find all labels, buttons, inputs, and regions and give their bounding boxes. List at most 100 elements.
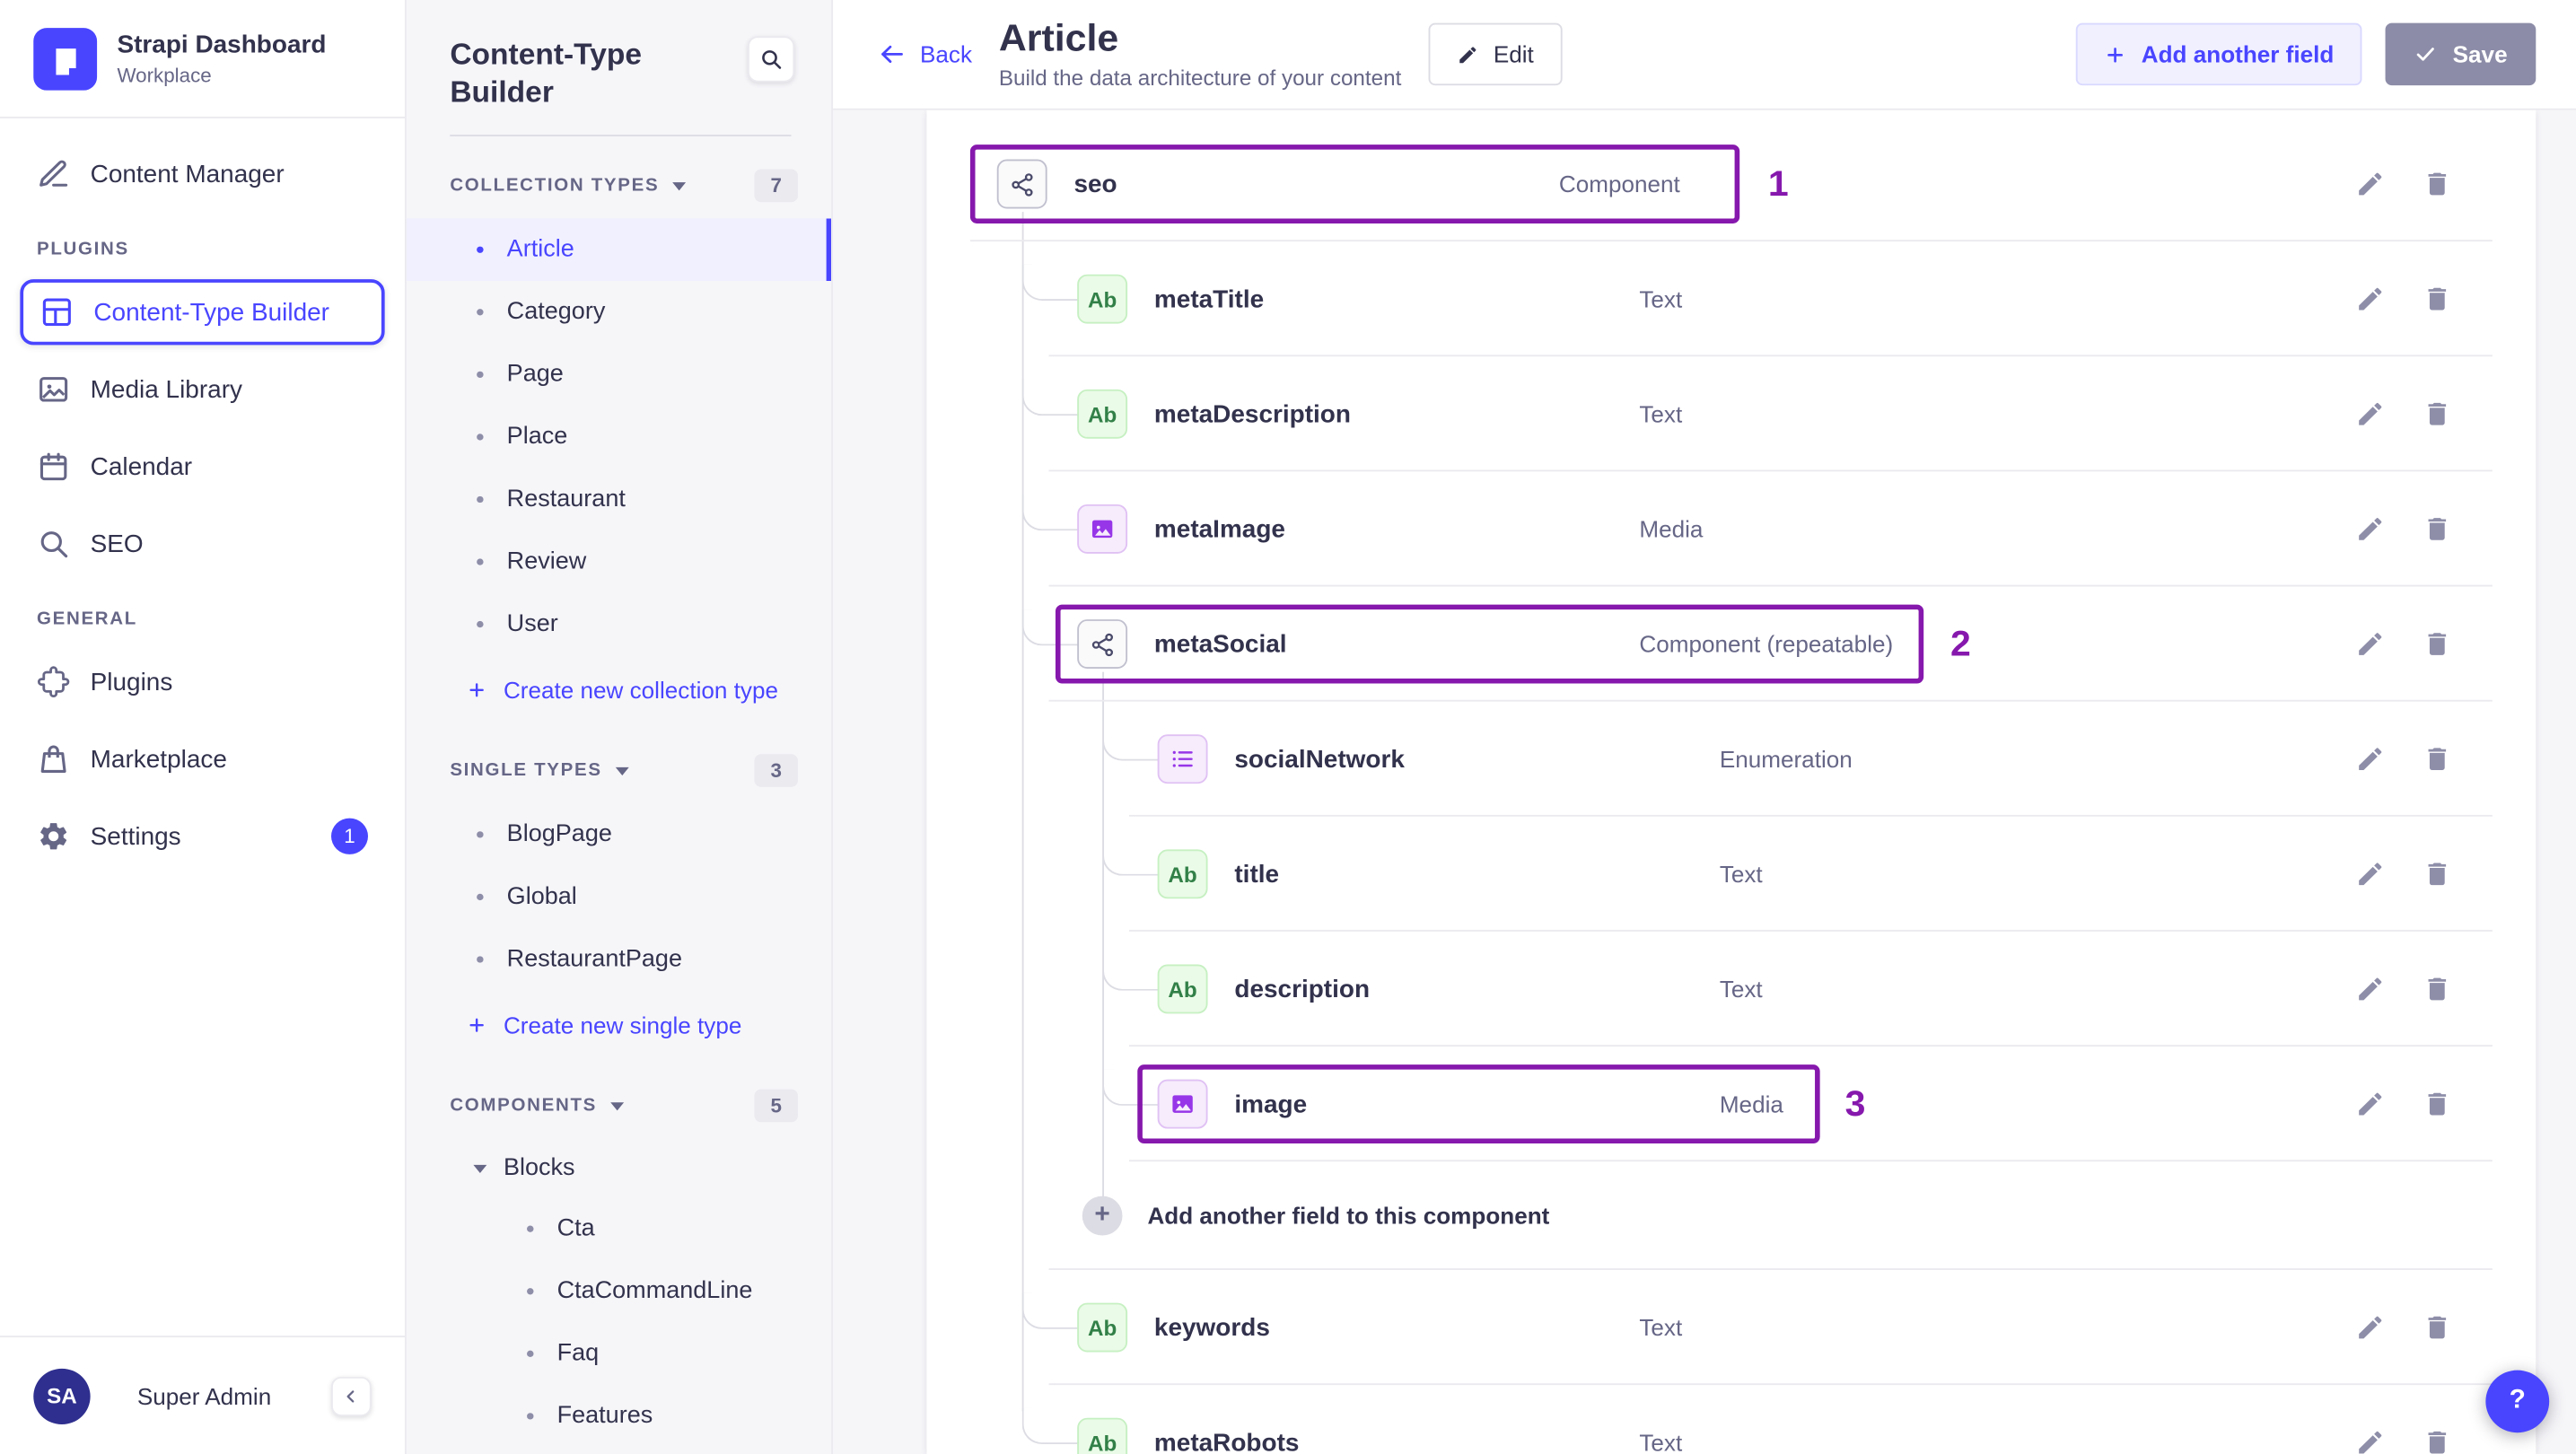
edit-field-button[interactable] <box>2355 399 2386 429</box>
pen-icon <box>37 158 70 191</box>
field-type: Component <box>1558 171 1680 197</box>
collection-types-count: 7 <box>754 169 798 203</box>
section-label: COMPONENTS <box>450 1096 598 1117</box>
create-single-type-link[interactable]: Create new single type <box>407 991 831 1060</box>
subnav-item-page[interactable]: Page <box>407 344 831 407</box>
bullet-icon <box>477 495 484 504</box>
save-label: Save <box>2452 40 2508 68</box>
subnav-item-ctacommandline[interactable]: CtaCommandLine <box>407 1260 831 1323</box>
link-label: Create new single type <box>503 1012 742 1038</box>
edit-field-button[interactable] <box>2355 629 2386 659</box>
sidebar-item-content-manager[interactable]: Content Manager <box>20 141 384 206</box>
edit-field-button[interactable] <box>2355 1428 2386 1454</box>
section-label: COLLECTION TYPES <box>450 175 660 196</box>
text-field-icon: Ab <box>1077 274 1128 324</box>
edit-field-button[interactable] <box>2355 974 2386 1003</box>
subnav-item-blogpage[interactable]: BlogPage <box>407 803 831 866</box>
edit-field-button[interactable] <box>2355 1313 2386 1343</box>
bullet-icon <box>477 893 484 901</box>
add-another-field-button[interactable]: Add another field <box>2076 22 2363 86</box>
subnav-item-user[interactable]: User <box>407 593 831 656</box>
delete-field-button[interactable] <box>2423 170 2453 199</box>
delete-field-button[interactable] <box>2423 399 2453 429</box>
subnav-item-restaurant[interactable]: Restaurant <box>407 469 831 531</box>
edit-field-button[interactable] <box>2355 744 2386 774</box>
pencil-icon <box>2359 1092 2382 1116</box>
component-icon <box>996 159 1047 209</box>
main-sidebar: Strapi Dashboard Workplace Content Manag… <box>0 0 407 1454</box>
subnav-item-global[interactable]: Global <box>407 866 831 929</box>
ctb-subnav: Content-Type Builder COLLECTION TYPES 7 … <box>406 0 834 1454</box>
chevron-down-icon <box>609 1101 624 1110</box>
sidebar-item-settings[interactable]: Settings 1 <box>20 803 384 869</box>
sidebar-item-seo[interactable]: SEO <box>20 511 384 576</box>
row-actions <box>2355 399 2536 429</box>
item-label: Place <box>506 424 568 451</box>
user-name: Super Admin <box>136 1382 272 1409</box>
edit-field-button[interactable] <box>2355 859 2386 889</box>
bullet-icon <box>477 621 484 628</box>
field-name: image <box>1234 1090 1308 1118</box>
chevron-down-icon <box>672 181 687 190</box>
subnav-item-faq[interactable]: Faq <box>407 1323 831 1386</box>
delete-field-button[interactable] <box>2423 1313 2453 1343</box>
search-button[interactable] <box>748 36 795 83</box>
delete-field-button[interactable] <box>2423 974 2453 1003</box>
component-icon <box>1077 619 1128 670</box>
settings-notification-badge: 1 <box>331 818 369 854</box>
components-header[interactable]: COMPONENTS 5 <box>407 1060 831 1139</box>
sidebar-item-label: Plugins <box>90 668 173 696</box>
subnav-item-features[interactable]: Features <box>407 1385 831 1448</box>
field-name: title <box>1234 860 1280 889</box>
field-name: metaImage <box>1153 514 1285 543</box>
edit-field-button[interactable] <box>2355 285 2386 314</box>
subnav-item-category[interactable]: Category <box>407 281 831 344</box>
sidebar-menu: Content Manager PLUGINS Content-Type Bui… <box>0 118 405 1336</box>
back-link[interactable]: Back <box>877 39 972 69</box>
delete-field-button[interactable] <box>2423 859 2453 889</box>
item-label: Article <box>506 236 574 263</box>
help-button[interactable]: ? <box>2485 1370 2550 1433</box>
collapse-sidebar-button[interactable] <box>331 1376 372 1415</box>
sidebar-item-plugins[interactable]: Plugins <box>20 649 384 714</box>
gear-icon <box>37 819 70 853</box>
brand-subtitle: Workplace <box>117 63 212 87</box>
subnav-item-article[interactable]: Article <box>406 218 832 282</box>
component-group-blocks[interactable]: Blocks <box>407 1139 831 1198</box>
edit-field-button[interactable] <box>2355 514 2386 544</box>
main-content: Back Article Build the data architecture… <box>833 0 2576 1454</box>
edit-field-button[interactable] <box>2355 170 2386 199</box>
subnav-item-review[interactable]: Review <box>407 530 831 593</box>
sidebar-item-calendar[interactable]: Calendar <box>20 434 384 499</box>
sidebar-item-media-library[interactable]: Media Library <box>20 356 384 422</box>
subnav-item-place[interactable]: Place <box>407 406 831 469</box>
delete-field-button[interactable] <box>2423 514 2453 544</box>
subnav-item-cta[interactable]: Cta <box>407 1198 831 1261</box>
save-button[interactable]: Save <box>2386 22 2537 86</box>
delete-field-button[interactable] <box>2423 629 2453 659</box>
field-row-seo: seo Component <box>926 127 2536 242</box>
sidebar-item-content-type-builder[interactable]: Content-Type Builder <box>20 279 385 346</box>
text-field-icon: Ab <box>1157 964 1208 1014</box>
subnav-item-restaurantpage[interactable]: RestaurantPage <box>407 928 831 991</box>
edit-button[interactable]: Edit <box>1428 22 1563 86</box>
group-label: Blocks <box>503 1154 575 1182</box>
text-field-icon: Ab <box>1077 389 1128 439</box>
pencil-icon <box>2359 863 2382 886</box>
delete-field-button[interactable] <box>2423 744 2453 774</box>
edit-field-button[interactable] <box>2355 1090 2386 1119</box>
sidebar-item-label: SEO <box>90 530 144 558</box>
item-label: Global <box>506 883 577 911</box>
item-label: Page <box>506 361 564 389</box>
collection-types-header[interactable]: COLLECTION TYPES 7 <box>407 140 831 219</box>
delete-field-button[interactable] <box>2423 1090 2453 1119</box>
header-actions: Add another field Save <box>2076 22 2537 86</box>
item-label: Features <box>556 1403 653 1430</box>
single-types-header[interactable]: SINGLE TYPES 3 <box>407 724 831 803</box>
add-field-to-component-row[interactable]: + Add another field to this component <box>926 1161 2536 1270</box>
create-collection-type-link[interactable]: Create new collection type <box>407 655 831 724</box>
sidebar-item-marketplace[interactable]: Marketplace <box>20 726 384 792</box>
delete-field-button[interactable] <box>2423 1428 2453 1454</box>
bullet-icon <box>477 956 484 963</box>
delete-field-button[interactable] <box>2423 285 2453 314</box>
